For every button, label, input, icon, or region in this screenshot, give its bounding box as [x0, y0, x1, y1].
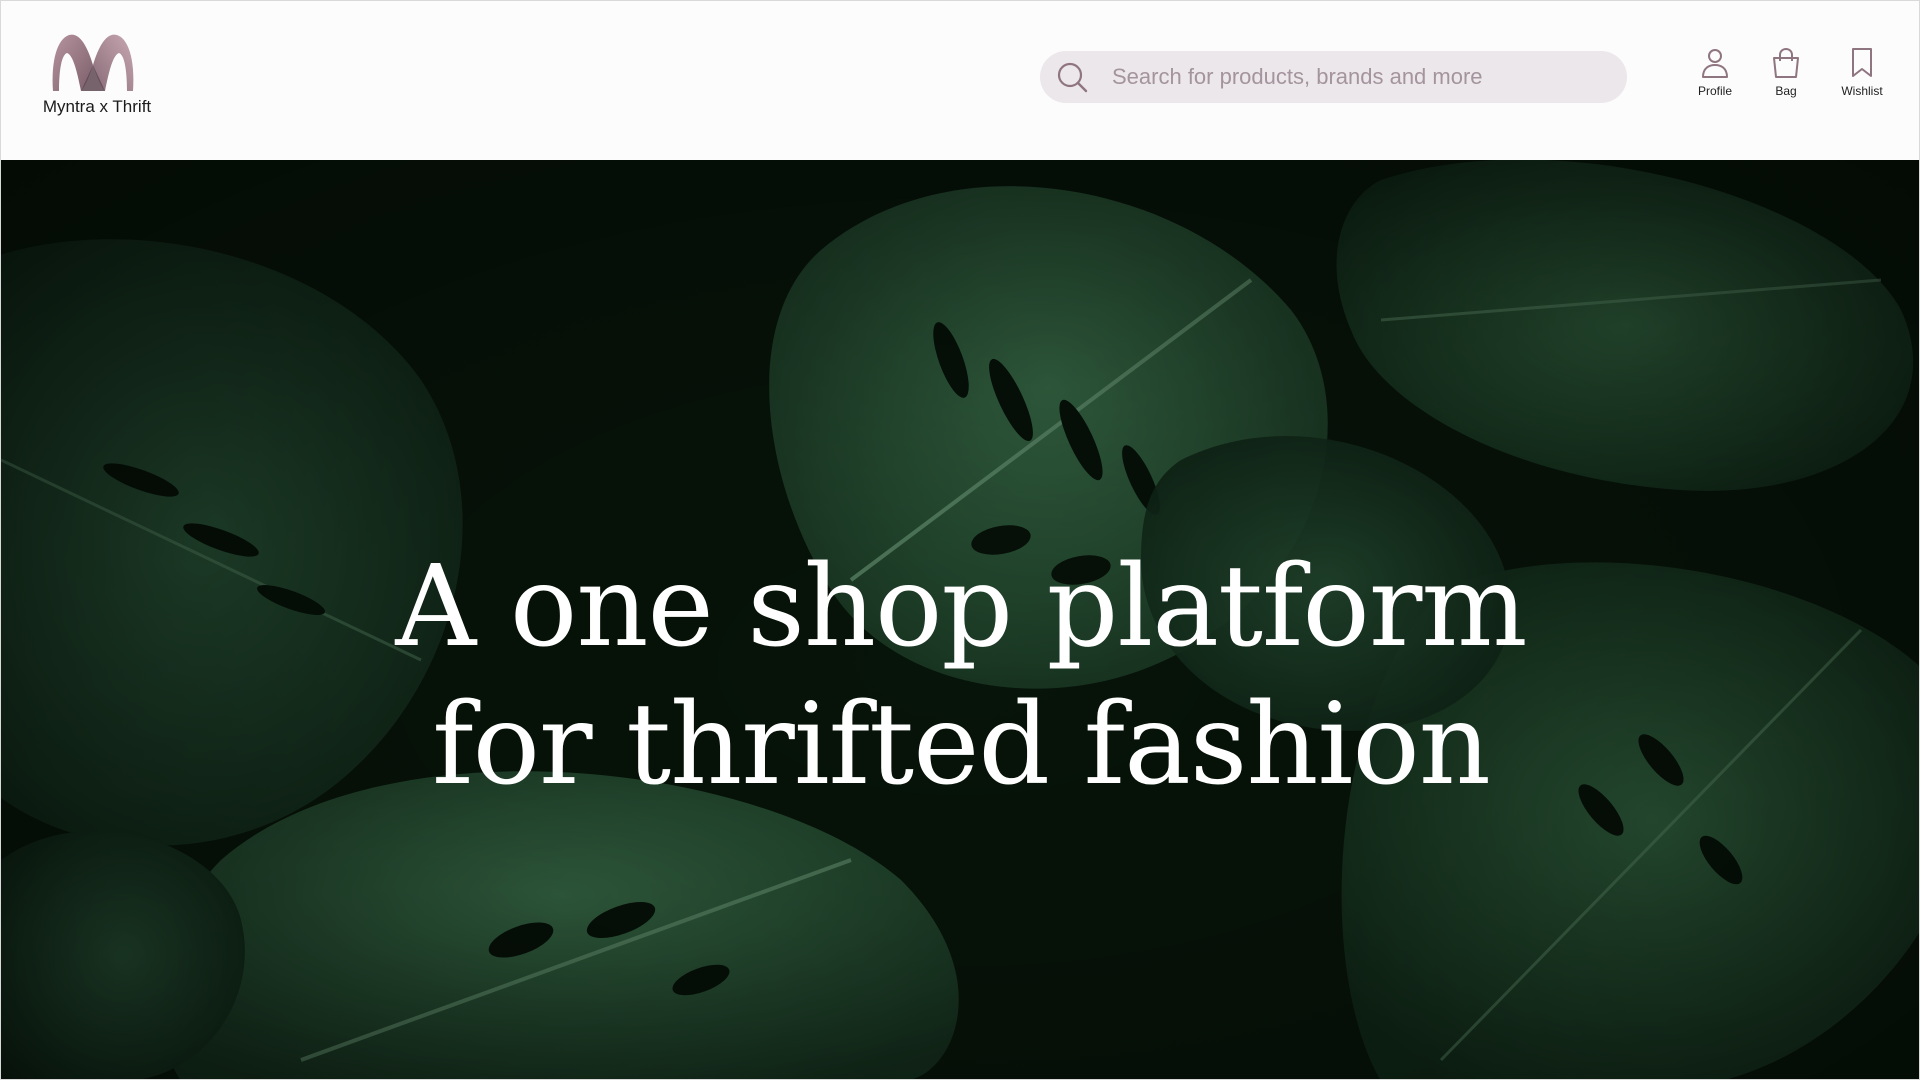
- logo-mark-icon: [52, 34, 134, 91]
- hero-line-2: for thrifted fashion: [432, 680, 1491, 810]
- brand-logo[interactable]: Myntra x Thrift: [35, 31, 155, 121]
- page: Myntra x Thrift Profile Bag: [0, 0, 1920, 1080]
- bag-icon: [1773, 47, 1799, 78]
- nav-bag-label: Bag: [1775, 84, 1797, 98]
- search-icon[interactable]: [1054, 59, 1090, 95]
- top-header: Myntra x Thrift Profile Bag: [1, 1, 1919, 160]
- nav-bag[interactable]: Bag: [1751, 47, 1821, 107]
- person-icon: [1702, 49, 1728, 78]
- nav-wishlist[interactable]: Wishlist: [1827, 47, 1897, 107]
- search-input[interactable]: [1110, 63, 1614, 91]
- nav-wishlist-label: Wishlist: [1841, 84, 1883, 98]
- hero-line-1: A one shop platform: [395, 542, 1527, 672]
- bookmark-icon: [1852, 48, 1872, 77]
- search-bar[interactable]: [1040, 51, 1627, 103]
- nav-profile[interactable]: Profile: [1680, 47, 1750, 107]
- hero-heading: A one shop platform for thrifted fashion: [1, 538, 1919, 814]
- hero-banner: A one shop platform for thrifted fashion: [1, 160, 1919, 1079]
- brand-name: Myntra x Thrift: [42, 97, 152, 116]
- nav-profile-label: Profile: [1697, 84, 1732, 98]
